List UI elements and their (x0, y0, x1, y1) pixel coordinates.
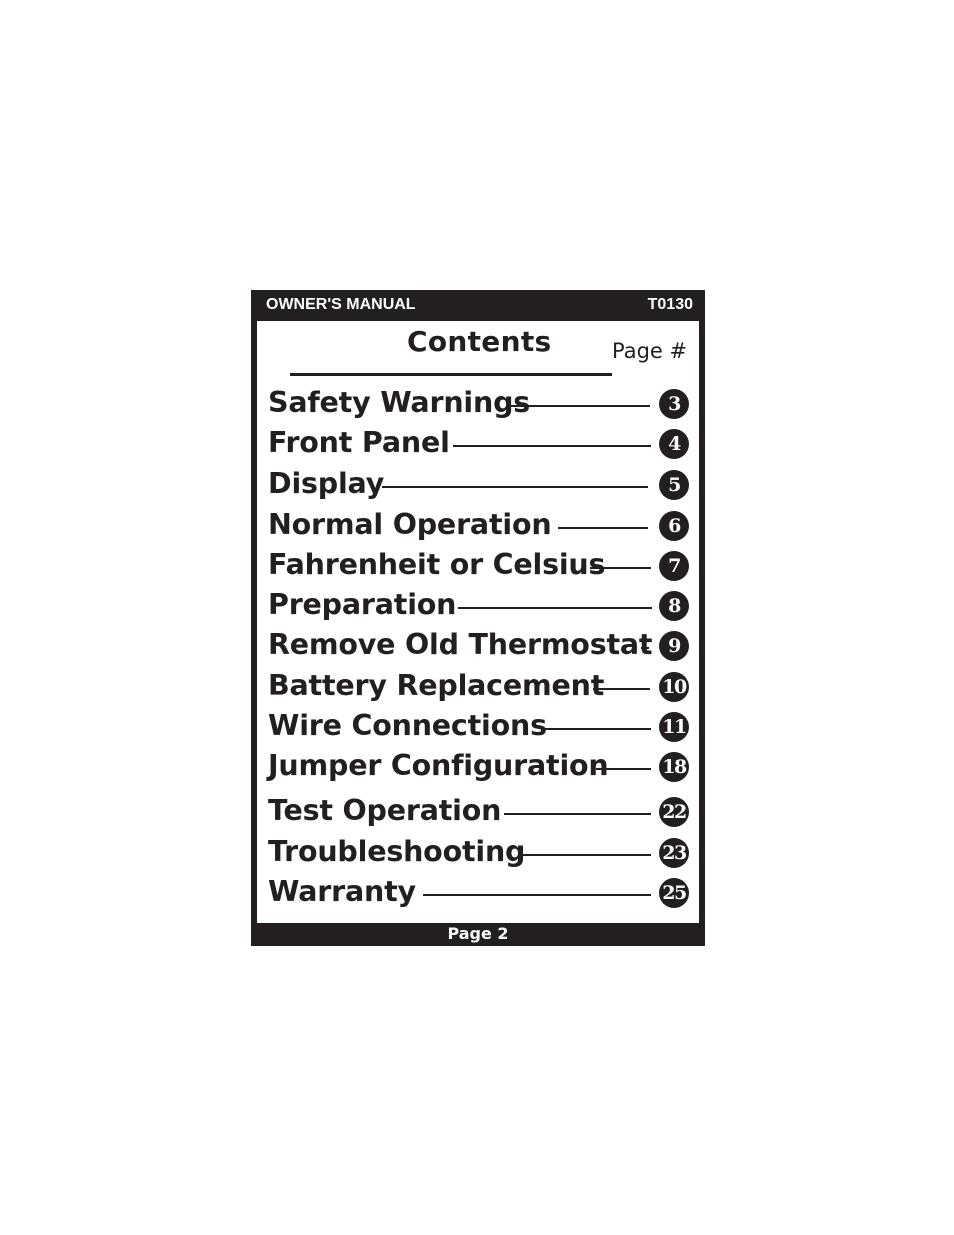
toc-entry-title: Safety Warnings (268, 386, 531, 419)
toc-entry[interactable]: Display 5 (268, 466, 693, 502)
page-number-column-label: Page # (612, 339, 688, 363)
toc-entry-title: Warranty (268, 875, 416, 908)
page-number-badge: 4 (659, 429, 689, 459)
leader-line (641, 647, 649, 649)
toc-entry-title: Battery Replacement (268, 669, 605, 702)
page-number-badge: 8 (659, 591, 689, 621)
toc-entry[interactable]: Wire Connections 11 (268, 708, 693, 744)
toc-entry[interactable]: Remove Old Thermostat 9 (268, 627, 693, 663)
leader-line (453, 445, 651, 447)
toc-entry-title: Display (268, 467, 385, 500)
toc-entry-title: Remove Old Thermostat (268, 628, 653, 661)
leader-line (590, 567, 651, 569)
toc-entry-title: Jumper Configuration (268, 749, 609, 782)
toc-entry[interactable]: Battery Replacement 10 (268, 668, 693, 704)
leader-line (519, 854, 651, 856)
contents-panel: Contents Page # Safety Warnings 3 Front Pa… (257, 321, 699, 923)
leader-line (511, 405, 650, 407)
page-number-badge: 23 (659, 838, 689, 868)
toc-entry[interactable]: Troubleshooting 23 (268, 834, 693, 870)
toc-entry[interactable]: Warranty 25 (268, 874, 693, 910)
toc-entry[interactable]: Jumper Configuration 18 (268, 748, 693, 784)
leader-line (458, 607, 652, 609)
leader-line (545, 728, 651, 730)
page-footer: Page 2 (447, 924, 509, 943)
leader-line (382, 486, 648, 488)
toc-entry-title: Normal Operation (268, 508, 552, 541)
leader-line (558, 527, 648, 529)
toc-entry[interactable]: Fahrenheit or Celsius 7 (268, 547, 693, 583)
manual-title: OWNER'S MANUAL (266, 296, 416, 313)
leader-line (504, 813, 651, 815)
page-number-badge: 6 (659, 511, 689, 541)
toc-entry-title: Test Operation (268, 794, 502, 827)
page-number-badge: 9 (659, 631, 689, 661)
page-number-badge: 22 (659, 797, 689, 827)
toc-entry[interactable]: Normal Operation 6 (268, 507, 693, 543)
toc-entry-title: Wire Connections (268, 709, 547, 742)
page-number-badge: 25 (659, 878, 689, 908)
page-number-badge: 3 (659, 389, 689, 419)
toc-entry[interactable]: Front Panel 4 (268, 425, 693, 461)
leader-line (593, 688, 650, 690)
contents-heading: Contents (407, 325, 552, 358)
toc-entry[interactable]: Safety Warnings 3 (268, 385, 693, 421)
model-number: T0130 (647, 296, 693, 313)
page-number-badge: 11 (659, 712, 689, 742)
page-number-badge: 10 (659, 672, 689, 702)
page-number-badge: 18 (659, 752, 689, 782)
page-header: OWNER'S MANUAL T0130 (251, 290, 705, 318)
toc-entry[interactable]: Test Operation 22 (268, 793, 693, 829)
leader-line (423, 894, 651, 896)
toc-entry-title: Fahrenheit or Celsius (268, 548, 606, 581)
manual-page: OWNER'S MANUAL T0130 Contents Page # Saf… (251, 290, 705, 946)
toc-entry-title: Preparation (268, 588, 457, 621)
page-number-badge: 5 (659, 470, 689, 500)
toc-entry[interactable]: Preparation 8 (268, 587, 693, 623)
page-number-badge: 7 (659, 551, 689, 581)
toc-entry-title: Troubleshooting (268, 835, 526, 868)
leader-line (596, 768, 651, 770)
toc-entry-title: Front Panel (268, 426, 450, 459)
heading-divider (290, 373, 612, 376)
